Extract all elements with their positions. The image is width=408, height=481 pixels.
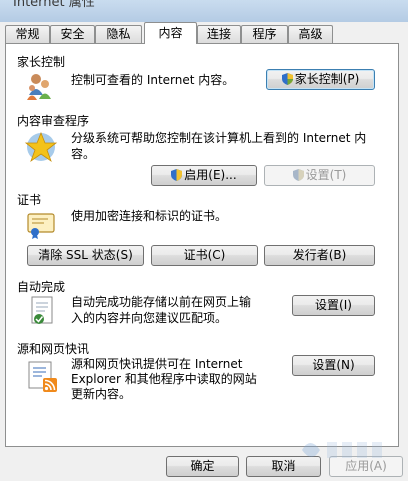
window-title: Internet 属性 xyxy=(13,0,95,10)
advisor-settings-button[interactable]: 设置(T) xyxy=(264,165,375,186)
uac-shield-icon xyxy=(281,73,293,85)
parental-controls-button[interactable]: 家长控制(P) xyxy=(266,69,375,90)
advisor-description-2: 容。 xyxy=(71,147,96,161)
feeds-icon xyxy=(28,361,57,392)
tab-connections[interactable]: 连接 xyxy=(197,25,241,43)
uac-shield-icon xyxy=(171,169,183,181)
advisor-heading: 内容审查程序 xyxy=(17,114,90,128)
tab-privacy[interactable]: 隐私 xyxy=(95,25,142,43)
ok-button[interactable]: 确定 xyxy=(166,456,239,477)
parental-button-label: 家长控制(P) xyxy=(294,72,360,86)
autocomplete-description-2: 入的内容并向您建议匹配项。 xyxy=(71,311,228,325)
autocomplete-description-1: 自动完成功能存储以前在网页上输 xyxy=(71,295,252,309)
autocomplete-icon xyxy=(31,296,53,324)
uac-shield-icon xyxy=(292,169,304,181)
feeds-description-2: Explorer 和其他程序中读取的网站 xyxy=(71,372,257,386)
publishers-button[interactable]: 发行者(B) xyxy=(264,245,375,266)
feeds-settings-button[interactable]: 设置(N) xyxy=(292,355,375,376)
tab-general[interactable]: 常规 xyxy=(5,25,50,43)
parental-heading: 家长控制 xyxy=(17,55,66,69)
tab-security[interactable]: 安全 xyxy=(50,25,95,43)
tab-content[interactable]: 内容 xyxy=(144,22,197,44)
star-icon xyxy=(24,131,58,163)
certificate-icon xyxy=(27,213,55,239)
certificates-description: 使用加密连接和标识的证书。 xyxy=(71,209,228,223)
certificates-button[interactable]: 证书(C) xyxy=(151,245,258,266)
family-icon xyxy=(27,74,51,100)
advisor-enable-button[interactable]: 启用(E)... xyxy=(151,165,257,186)
parental-description: 控制可查看的 Internet 内容。 xyxy=(71,73,235,87)
autocomplete-heading: 自动完成 xyxy=(17,280,66,294)
title-bar: Internet 属性 xyxy=(0,0,408,22)
content-panel: 家长控制 控制可查看的 Internet 内容。 家长控制(P) 内容审查程序 … xyxy=(5,43,399,447)
advisor-description-1: 分级系统可帮助您控制在该计算机上看到的 Internet 内 xyxy=(71,131,367,145)
feeds-description-1: 源和网页快讯提供可在 Internet xyxy=(71,357,243,371)
certificates-heading: 证书 xyxy=(17,193,42,207)
advisor-enable-label: 启用(E)... xyxy=(184,168,237,182)
feeds-heading: 源和网页快讯 xyxy=(17,342,90,356)
clear-ssl-button[interactable]: 清除 SSL 状态(S) xyxy=(27,245,144,266)
autocomplete-settings-button[interactable]: 设置(I) xyxy=(292,295,375,316)
watermark-logo xyxy=(302,442,382,458)
advisor-settings-label: 设置(T) xyxy=(305,168,347,182)
feeds-description-3: 更新内容。 xyxy=(71,387,132,401)
tab-programs[interactable]: 程序 xyxy=(241,25,288,43)
tab-advanced[interactable]: 高级 xyxy=(288,25,333,43)
